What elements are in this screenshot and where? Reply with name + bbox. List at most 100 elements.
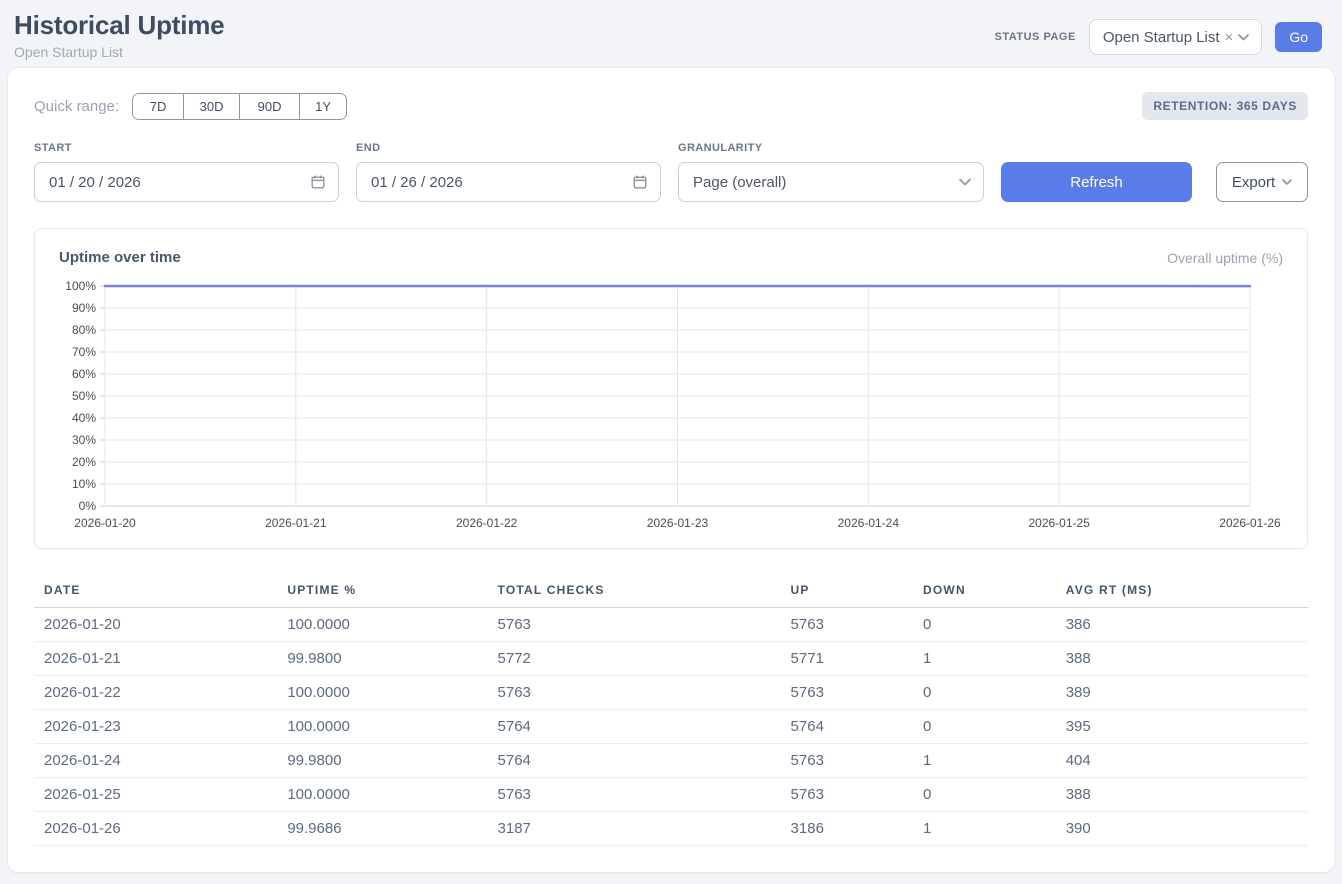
clear-selection-icon[interactable]: × — [1225, 29, 1234, 46]
quick-range-90d[interactable]: 90D — [239, 94, 299, 119]
table-cell: 2026-01-24 — [34, 744, 277, 778]
page-heading: Historical Uptime Open Startup List — [14, 10, 224, 60]
quick-range-group: 7D30D90D1Y — [132, 93, 347, 120]
y-axis-label: 20% — [72, 455, 96, 469]
table-header-cell: UP — [781, 573, 913, 608]
table-cell: 5763 — [488, 778, 781, 812]
start-date-input[interactable]: 01 / 20 / 2026 — [34, 162, 339, 202]
table-cell: 5763 — [781, 778, 913, 812]
table-cell: 0 — [913, 676, 1056, 710]
quick-range-1y[interactable]: 1Y — [299, 94, 346, 119]
table-row: 2026-01-23100.0000576457640395 — [34, 710, 1308, 744]
table-cell: 2026-01-22 — [34, 676, 277, 710]
y-axis-label: 10% — [72, 477, 96, 491]
table-head: DATEUPTIME %TOTAL CHECKSUPDOWNAVG RT (MS… — [34, 573, 1308, 608]
table-cell: 5763 — [781, 744, 913, 778]
table-row: 2026-01-2499.9800576457631404 — [34, 744, 1308, 778]
quick-range-7d[interactable]: 7D — [133, 94, 183, 119]
y-axis-label: 60% — [72, 367, 96, 381]
table-row: 2026-01-25100.0000576357630388 — [34, 778, 1308, 812]
table-cell: 5771 — [781, 642, 913, 676]
end-date-input[interactable]: 01 / 26 / 2026 — [356, 162, 661, 202]
table-cell: 0 — [913, 778, 1056, 812]
end-date-value: 01 / 26 / 2026 — [371, 174, 463, 191]
table-cell: 2026-01-23 — [34, 710, 277, 744]
calendar-icon[interactable] — [632, 174, 648, 190]
table-cell: 100.0000 — [277, 676, 487, 710]
table-cell: 0 — [913, 710, 1056, 744]
y-axis-label: 40% — [72, 411, 96, 425]
chart-legend: Overall uptime (%) — [1167, 250, 1283, 266]
end-date-label: END — [356, 142, 661, 154]
table-cell: 2026-01-25 — [34, 778, 277, 812]
table-row: 2026-01-2199.9800577257711388 — [34, 642, 1308, 676]
table-header-cell: DATE — [34, 573, 277, 608]
start-date-label: START — [34, 142, 339, 154]
quick-range: Quick range: 7D30D90D1Y — [34, 93, 347, 120]
table-cell: 390 — [1056, 812, 1308, 846]
retention-badge: RETENTION: 365 DAYS — [1142, 92, 1308, 120]
table-header-cell: TOTAL CHECKS — [488, 573, 781, 608]
table-cell: 386 — [1056, 608, 1308, 642]
table-cell: 389 — [1056, 676, 1308, 710]
toolbar-row: Quick range: 7D30D90D1Y RETENTION: 365 D… — [34, 92, 1308, 120]
page-title: Historical Uptime — [14, 10, 224, 41]
table-cell: 5764 — [488, 744, 781, 778]
status-page-select[interactable]: Open Startup List × — [1089, 19, 1263, 55]
table-cell: 3187 — [488, 812, 781, 846]
go-button[interactable]: Go — [1275, 22, 1322, 52]
page-header: Historical Uptime Open Startup List STAT… — [0, 0, 1342, 68]
y-axis-label: 90% — [72, 301, 96, 315]
table-body: 2026-01-20100.00005763576303862026-01-21… — [34, 608, 1308, 846]
table-cell: 99.9800 — [277, 642, 487, 676]
x-axis-label: 2026-01-26 — [1219, 516, 1281, 530]
table-cell: 99.9800 — [277, 744, 487, 778]
table-header-cell: UPTIME % — [277, 573, 487, 608]
table-cell: 5772 — [488, 642, 781, 676]
status-page-selected-value: Open Startup List — [1103, 29, 1220, 46]
table-cell: 5764 — [781, 710, 913, 744]
chevron-down-icon — [1238, 34, 1249, 41]
table-row: 2026-01-22100.0000576357630389 — [34, 676, 1308, 710]
y-axis-label: 80% — [72, 323, 96, 337]
calendar-icon[interactable] — [310, 174, 326, 190]
table-header-cell: DOWN — [913, 573, 1056, 608]
table-cell: 388 — [1056, 642, 1308, 676]
table-cell: 100.0000 — [277, 710, 487, 744]
table-header-cell: AVG RT (MS) — [1056, 573, 1308, 608]
start-date-field: START 01 / 20 / 2026 — [34, 142, 339, 202]
table-cell: 5763 — [781, 608, 913, 642]
y-axis-label: 30% — [72, 433, 96, 447]
x-axis-label: 2026-01-24 — [838, 516, 900, 530]
header-controls: STATUS PAGE Open Startup List × Go — [995, 19, 1322, 55]
granularity-label: GRANULARITY — [678, 142, 984, 154]
table-cell: 0 — [913, 608, 1056, 642]
table-cell: 404 — [1056, 744, 1308, 778]
granularity-select[interactable]: Page (overall) — [678, 162, 984, 202]
main-card: Quick range: 7D30D90D1Y RETENTION: 365 D… — [8, 68, 1334, 872]
granularity-selected-value: Page (overall) — [693, 174, 786, 191]
x-axis-label: 2026-01-21 — [265, 516, 327, 530]
export-button-label: Export — [1232, 174, 1275, 191]
x-axis-label: 2026-01-22 — [456, 516, 518, 530]
quick-range-label: Quick range: — [34, 98, 119, 115]
table-cell: 1 — [913, 744, 1056, 778]
refresh-button[interactable]: Refresh — [1001, 162, 1192, 202]
quick-range-30d[interactable]: 30D — [183, 94, 239, 119]
start-date-value: 01 / 20 / 2026 — [49, 174, 141, 191]
table-cell: 2026-01-26 — [34, 812, 277, 846]
table-header-row: DATEUPTIME %TOTAL CHECKSUPDOWNAVG RT (MS… — [34, 573, 1308, 608]
chart-header: Uptime over time Overall uptime (%) — [59, 249, 1283, 266]
y-axis-label: 0% — [79, 499, 97, 513]
end-date-field: END 01 / 26 / 2026 — [356, 142, 661, 202]
x-axis-label: 2026-01-23 — [647, 516, 709, 530]
uptime-table: DATEUPTIME %TOTAL CHECKSUPDOWNAVG RT (MS… — [34, 573, 1308, 846]
table-row: 2026-01-2699.9686318731861390 — [34, 812, 1308, 846]
granularity-field: GRANULARITY Page (overall) — [678, 142, 984, 202]
x-axis-label: 2026-01-25 — [1028, 516, 1090, 530]
table-cell: 388 — [1056, 778, 1308, 812]
export-button[interactable]: Export — [1216, 162, 1308, 202]
table-row: 2026-01-20100.0000576357630386 — [34, 608, 1308, 642]
table-cell: 2026-01-20 — [34, 608, 277, 642]
table-cell: 395 — [1056, 710, 1308, 744]
